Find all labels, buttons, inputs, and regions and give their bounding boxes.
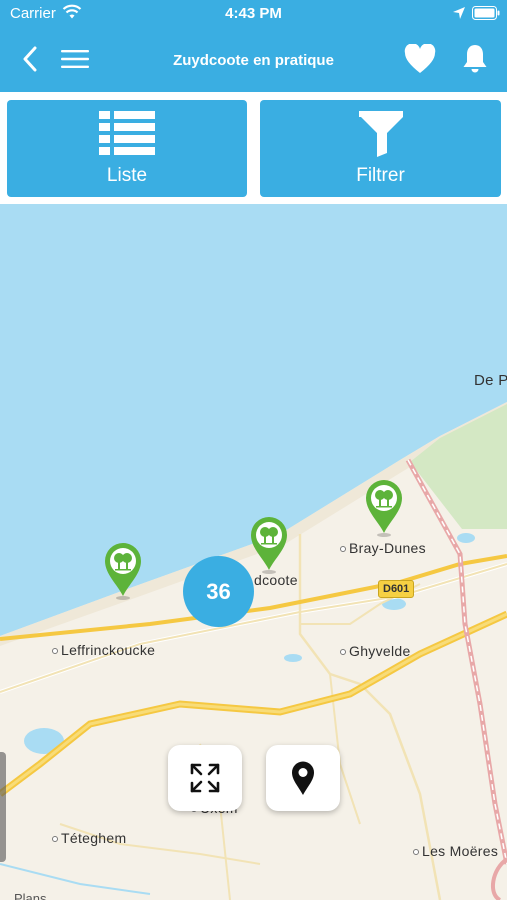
clock: 4:43 PM — [225, 5, 282, 22]
list-icon — [99, 111, 155, 155]
side-drawer-handle[interactable] — [0, 752, 6, 862]
tree-marker-icon[interactable] — [103, 540, 143, 602]
place-label-teteghem: Téteghem — [52, 830, 126, 846]
toolbar: Liste Filtrer — [0, 92, 507, 204]
place-label-de-panne: De P — [474, 372, 507, 389]
my-location-button[interactable] — [266, 745, 340, 811]
tree-marker-icon[interactable] — [249, 514, 289, 576]
filter-icon — [358, 111, 403, 157]
map-attribution: Plans — [14, 891, 47, 900]
marker-cluster[interactable]: 36 — [183, 556, 254, 627]
list-button[interactable]: Liste — [7, 100, 247, 197]
list-button-label: Liste — [106, 165, 148, 186]
place-label-les-moeres: Les Moëres — [413, 843, 498, 859]
map-view[interactable]: De P Bray-Dunes dcoote Leffrinckoucke Gh… — [0, 204, 507, 900]
fit-bounds-button[interactable] — [168, 745, 242, 811]
tree-marker-icon[interactable] — [364, 477, 404, 539]
battery-icon — [472, 6, 500, 20]
navigation-bar: Zuydcoote en pratique — [0, 28, 507, 92]
road-badge-d601: D601 — [378, 580, 415, 598]
status-bar: Carrier 4:43 PM — [0, 0, 507, 28]
place-label-bray-dunes: Bray-Dunes — [340, 540, 426, 556]
filter-button-label: Filtrer — [356, 165, 405, 186]
expand-icon — [190, 763, 220, 793]
location-pin-icon — [292, 761, 314, 795]
place-label-ghyvelde: Ghyvelde — [340, 643, 411, 659]
bell-icon[interactable] — [462, 43, 488, 75]
location-arrow-icon — [453, 7, 465, 19]
filter-button[interactable]: Filtrer — [260, 100, 501, 197]
heart-icon[interactable] — [404, 44, 436, 74]
place-label-leffrinckoucke: Leffrinckoucke — [52, 642, 155, 658]
